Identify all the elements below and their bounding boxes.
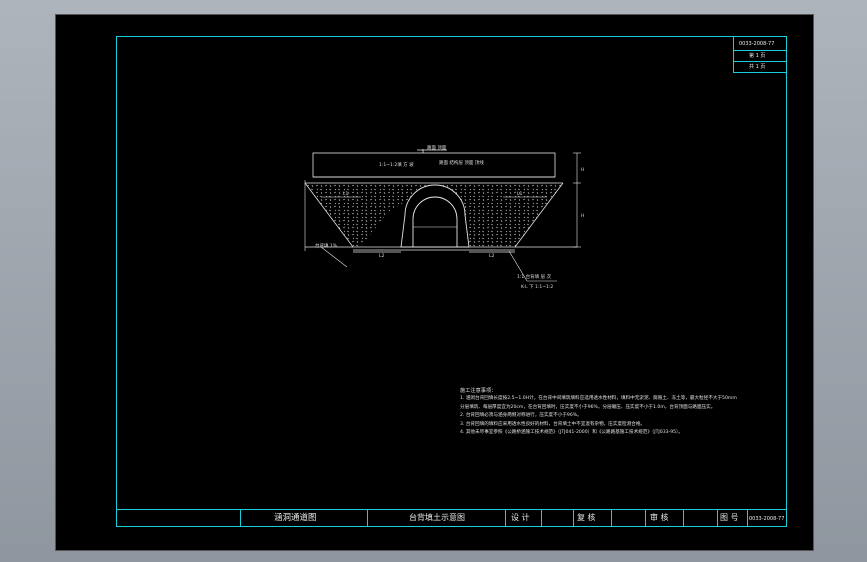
title-number-value: 0033-2008-77 xyxy=(749,516,785,522)
title-block-sep-9 xyxy=(717,509,718,526)
title-design-label: 设 计 xyxy=(511,513,530,522)
label-fill-note: 1:1~1:2填 方 坡 xyxy=(379,161,414,168)
title-block-sep-5 xyxy=(573,509,574,526)
title-drawing-title: 台背填土示意图 xyxy=(409,513,465,522)
label-pave-note: 路面 结构层 顶面 顶线 xyxy=(439,159,484,166)
notes-item-5: 4. 其他未尽事宜参照《公路桥涵施工技术规范》（JTJ041-2000）和《公路… xyxy=(460,430,683,436)
title-block-sep-3 xyxy=(505,509,506,526)
notes-heading: 施工注意事项： xyxy=(460,388,497,394)
label-base-note-2: K-L 下 1:1~1:2 xyxy=(521,284,553,290)
label-left-dim: L1 xyxy=(343,191,349,197)
title-block-sep-6 xyxy=(611,509,612,526)
label-base-note-1: 1:1 台背填 层 次 xyxy=(517,273,552,280)
title-number-label: 图 号 xyxy=(720,513,739,522)
label-bottom-dim-right: L2 xyxy=(489,253,495,259)
title-block-sep-7 xyxy=(645,509,646,526)
notes-item-3: 2. 台背回填必须与涵身两侧对称进行，压实度不小于96%。 xyxy=(460,413,582,419)
label-top-note: 路面 顶面 xyxy=(427,144,447,151)
label-bottom-dim-left: L2 xyxy=(379,253,385,259)
notes-item-2: 分层填筑、每层厚度宜为20cm，在台背回填时，压实度不小于96%，分层碾压、压实… xyxy=(460,404,716,410)
construction-notes: 施工注意事项： 1. 涵洞台背回填长度按2.5~1.0H计，在台背中间填筑填料应… xyxy=(460,387,737,437)
label-height-top: H xyxy=(581,167,584,173)
label-slope: 台背填 1% xyxy=(315,242,338,249)
title-block-sep-8 xyxy=(683,509,684,526)
drawing-sheet: 0033-2008-77 第 1 页 共 1 页 涵洞通道图 台背填土示意图 设… xyxy=(55,14,814,551)
title-block-sep-2 xyxy=(367,509,368,526)
base-line xyxy=(305,246,577,253)
label-height-bottom: H xyxy=(581,213,584,219)
title-block-sep-10 xyxy=(747,509,748,526)
title-block-sep-1 xyxy=(240,509,241,526)
title-block-sep-4 xyxy=(541,509,542,526)
label-right-dim: L1 xyxy=(517,191,523,197)
notes-item-4: 3. 台背回填的填料应采用透水性良好的材料，台背填土中不宜混有杂物，压实度检测合… xyxy=(460,421,646,427)
title-review-label: 复 核 xyxy=(577,513,596,522)
title-project: 涵洞通道图 xyxy=(274,513,317,523)
title-audit-label: 审 核 xyxy=(650,513,669,522)
drawing-frame: 0033-2008-77 第 1 页 共 1 页 涵洞通道图 台背填土示意图 设… xyxy=(116,36,787,527)
title-block-top-border xyxy=(117,509,786,510)
road-surface xyxy=(312,149,556,178)
notes-item-1: 1. 涵洞台背回填长度按2.5~1.0H计，在台背中间填筑填料应选用透水性材料，… xyxy=(460,396,737,402)
